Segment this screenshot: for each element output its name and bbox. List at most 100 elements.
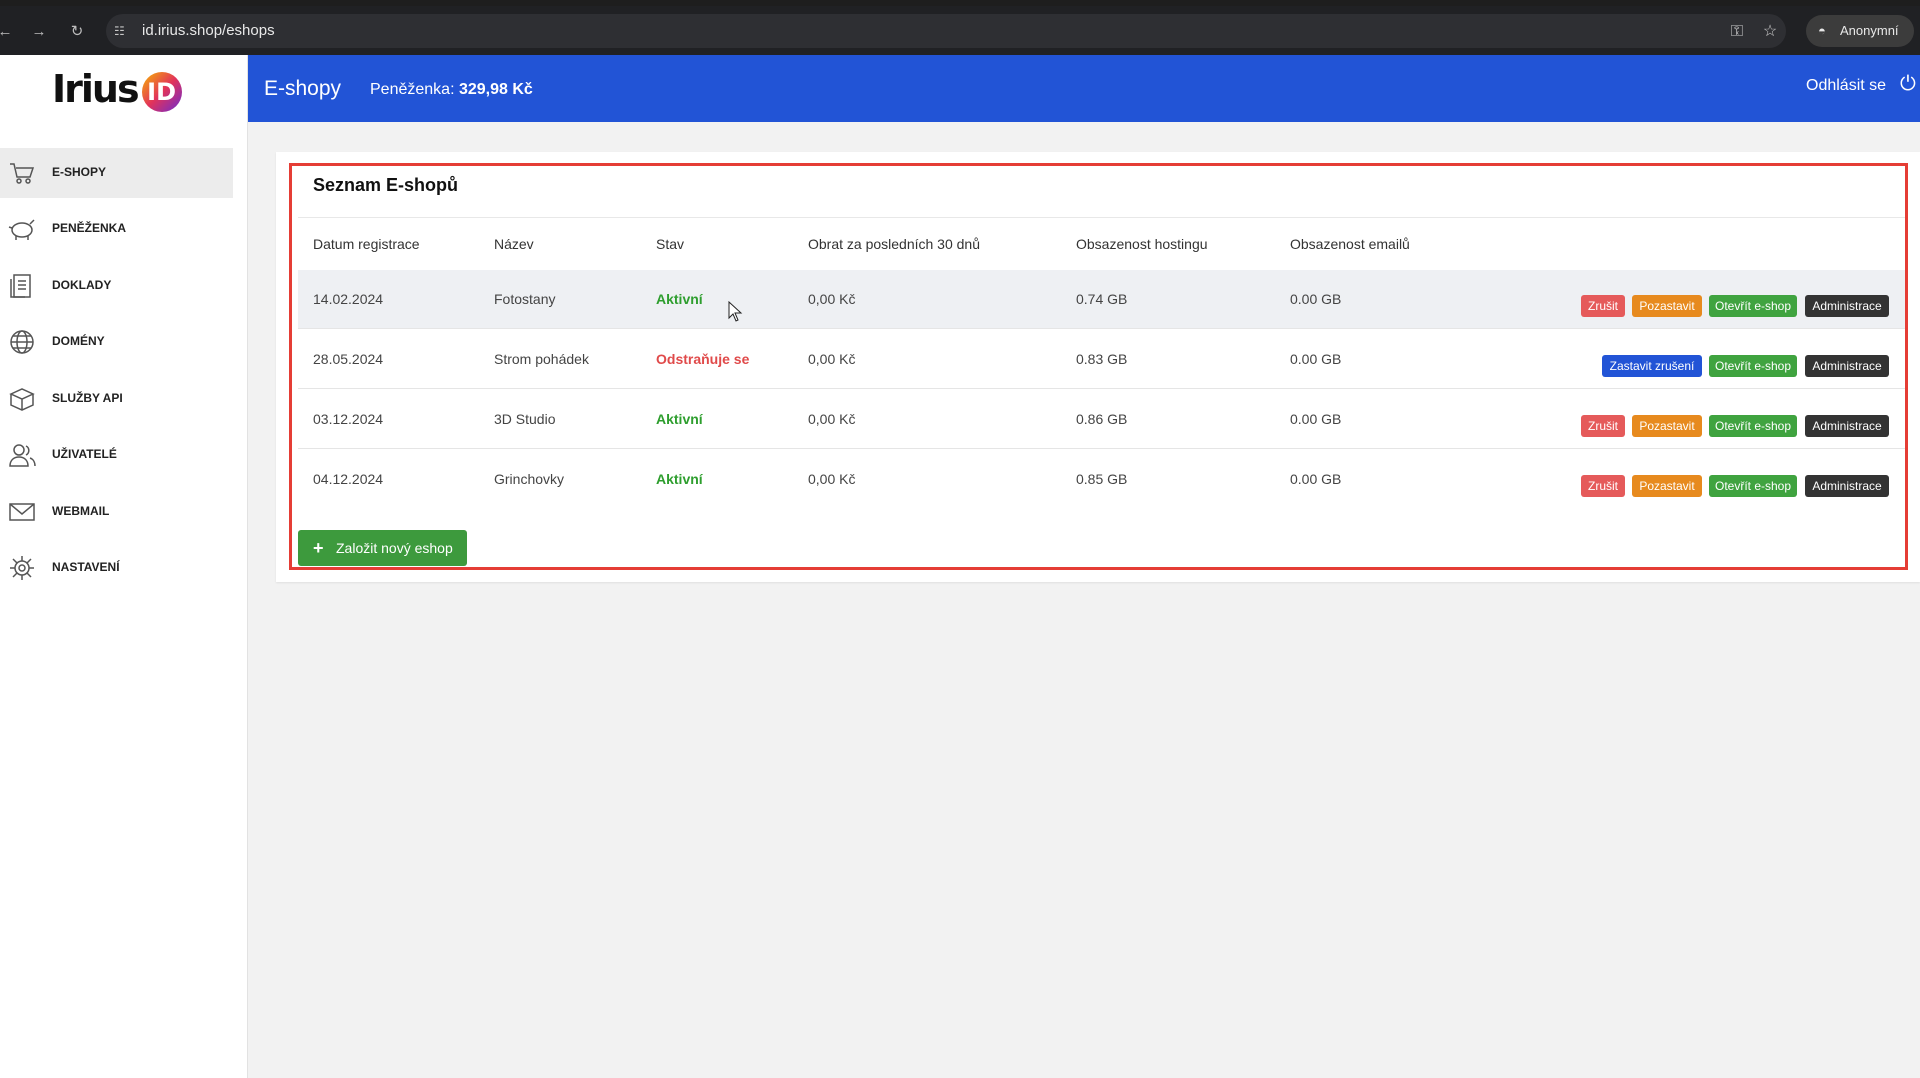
sidebar-item-webmail[interactable]: WEBMAIL xyxy=(0,487,233,537)
open-eshop-button[interactable]: Otevřít e-shop xyxy=(1709,415,1797,437)
bookmark-star-icon[interactable]: ☆ xyxy=(1760,22,1780,42)
open-eshop-button[interactable]: Otevřít e-shop xyxy=(1709,475,1797,497)
cancel-button[interactable]: Zrušit xyxy=(1581,475,1625,497)
cell-status: Odstraňuje se xyxy=(656,351,750,367)
sidebar-item-sluzby-api[interactable]: SLUŽBY API xyxy=(0,374,233,424)
card-title: Seznam E-shopů xyxy=(313,175,459,195)
sidebar-item-uzivatele[interactable]: UŽIVATELÉ xyxy=(0,430,233,480)
column-header-email: Obsazenost emailů xyxy=(1290,236,1410,252)
pause-button[interactable]: Pozastavit xyxy=(1632,415,1702,437)
cell-date: 28.05.2024 xyxy=(313,351,384,367)
profile-label: Anonymní xyxy=(1840,23,1899,38)
cell-name: 3D Studio xyxy=(494,411,556,427)
column-header-hosting: Obsazenost hostingu xyxy=(1076,236,1208,252)
sidebar: Irius ID E-SHOPY PENĚŽENKA DOKLADY DOMÉNY… xyxy=(0,55,248,1078)
column-header-turnover: Obrat za posledních 30 dnů xyxy=(808,236,981,252)
forward-icon[interactable]: → xyxy=(30,23,48,41)
box-icon xyxy=(9,388,35,411)
pause-button[interactable]: Pozastavit xyxy=(1632,475,1702,497)
reload-icon[interactable]: ↻ xyxy=(68,23,86,41)
piggy-bank-icon xyxy=(8,219,35,240)
sidebar-item-label: UŽIVATELÉ xyxy=(52,447,117,461)
irius-id-logo[interactable]: Irius ID xyxy=(52,67,182,117)
sidebar-item-label: DOKLADY xyxy=(52,278,112,292)
sidebar-item-label: PENĚŽENKA xyxy=(52,221,127,235)
cart-icon xyxy=(10,163,35,184)
cell-turnover: 0,00 Kč xyxy=(808,351,856,367)
incognito-profile-button[interactable]: ◓ Anonymní xyxy=(1806,15,1914,47)
logout-link[interactable]: Odhlásit se xyxy=(1806,77,1886,95)
add-eshop-label: Založit nový eshop xyxy=(336,540,453,556)
incognito-icon: ◓ xyxy=(1818,23,1826,38)
cancel-button[interactable]: Zrušit xyxy=(1581,295,1625,317)
page-title: E-shopy xyxy=(264,77,342,100)
sidebar-item-label: DOMÉNY xyxy=(52,334,105,348)
sidebar-item-label: WEBMAIL xyxy=(52,504,110,518)
cell-status: Aktivní xyxy=(656,291,703,307)
sidebar-item-nastaveni[interactable]: NASTAVENÍ xyxy=(0,543,233,593)
open-eshop-button[interactable]: Otevřít e-shop xyxy=(1709,295,1797,317)
cell-email: 0.00 GB xyxy=(1290,471,1342,487)
cell-date: 04.12.2024 xyxy=(313,471,384,487)
logo-text: Irius xyxy=(52,67,140,111)
wallet-label: Peněženka: xyxy=(370,81,455,98)
title-divider xyxy=(298,217,1906,218)
cell-hosting: 0.85 GB xyxy=(1076,471,1128,487)
sidebar-item-penezenka[interactable]: PENĚŽENKA xyxy=(0,204,233,254)
sidebar-item-eshopy[interactable]: E-SHOPY xyxy=(0,148,233,198)
back-icon[interactable]: ← xyxy=(0,23,14,41)
cell-email: 0.00 GB xyxy=(1290,351,1342,367)
column-header-date: Datum registrace xyxy=(313,236,420,252)
cell-hosting: 0.86 GB xyxy=(1076,411,1128,427)
table-row: 28.05.2024 Strom pohádek Odstraňuje se 0… xyxy=(298,330,1906,389)
administration-button[interactable]: Administrace xyxy=(1805,355,1889,377)
sidebar-item-label: NASTAVENÍ xyxy=(52,560,120,574)
table-row: 14.02.2024 Fotostany Aktivní 0,00 Kč 0.7… xyxy=(298,270,1906,329)
cell-email: 0.00 GB xyxy=(1290,291,1342,307)
mouse-cursor-icon xyxy=(728,301,743,322)
top-header: E-shopy Peněženka: 329,98 Kč Odhlásit se… xyxy=(248,55,1920,122)
documents-icon xyxy=(10,274,31,298)
cell-date: 14.02.2024 xyxy=(313,291,384,307)
cell-name: Grinchovky xyxy=(494,471,565,487)
globe-icon xyxy=(10,330,34,354)
administration-button[interactable]: Administrace xyxy=(1805,415,1889,437)
gear-icon xyxy=(10,556,34,580)
table-row: 03.12.2024 3D Studio Aktivní 0,00 Kč 0.8… xyxy=(298,390,1906,449)
sidebar-item-label: E-SHOPY xyxy=(52,165,107,179)
power-icon[interactable]: ⏻ xyxy=(1900,73,1916,96)
password-key-icon[interactable]: ⚿ xyxy=(1727,22,1747,42)
column-header-name: Název xyxy=(494,236,534,252)
sidebar-item-doklady[interactable]: DOKLADY xyxy=(0,261,233,311)
cell-email: 0.00 GB xyxy=(1290,411,1342,427)
cell-date: 03.12.2024 xyxy=(313,411,384,427)
cell-turnover: 0,00 Kč xyxy=(808,471,856,487)
url-text[interactable]: id.irius.shop/eshops xyxy=(142,22,275,39)
cancel-button[interactable]: Zrušit xyxy=(1581,415,1625,437)
stop-cancellation-button[interactable]: Zastavit zrušení xyxy=(1602,355,1702,377)
cell-status: Aktivní xyxy=(656,471,703,487)
site-settings-icon[interactable]: ☷ xyxy=(114,24,128,38)
sidebar-item-domeny[interactable]: DOMÉNY xyxy=(0,317,233,367)
wallet-value: 329,98 Kč xyxy=(458,81,533,98)
administration-button[interactable]: Administrace xyxy=(1805,475,1889,497)
browser-toolbar: ← → ↻ ☷ id.irius.shop/eshops ⚿ ☆ ◓ Anony… xyxy=(0,6,1920,55)
cell-hosting: 0.74 GB xyxy=(1076,291,1128,307)
cell-status: Aktivní xyxy=(656,411,703,427)
cell-turnover: 0,00 Kč xyxy=(808,411,856,427)
open-eshop-button[interactable]: Otevřít e-shop xyxy=(1709,355,1797,377)
administration-button[interactable]: Administrace xyxy=(1805,295,1889,317)
cell-name: Fotostany xyxy=(494,291,556,307)
mail-icon xyxy=(9,503,35,521)
address-bar[interactable]: ☷ id.irius.shop/eshops xyxy=(106,14,1786,48)
cell-name: Strom pohádek xyxy=(494,351,589,367)
pause-button[interactable]: Pozastavit xyxy=(1632,295,1702,317)
cell-hosting: 0.83 GB xyxy=(1076,351,1128,367)
add-eshop-button[interactable]: + Založit nový eshop xyxy=(298,530,467,566)
plus-icon: + xyxy=(313,538,324,558)
wallet-balance: Peněženka: 329,98 Kč xyxy=(370,81,533,99)
sidebar-item-label: SLUŽBY API xyxy=(52,391,123,405)
column-header-status: Stav xyxy=(656,236,685,252)
cell-turnover: 0,00 Kč xyxy=(808,291,856,307)
table-row: 04.12.2024 Grinchovky Aktivní 0,00 Kč 0.… xyxy=(298,450,1906,509)
